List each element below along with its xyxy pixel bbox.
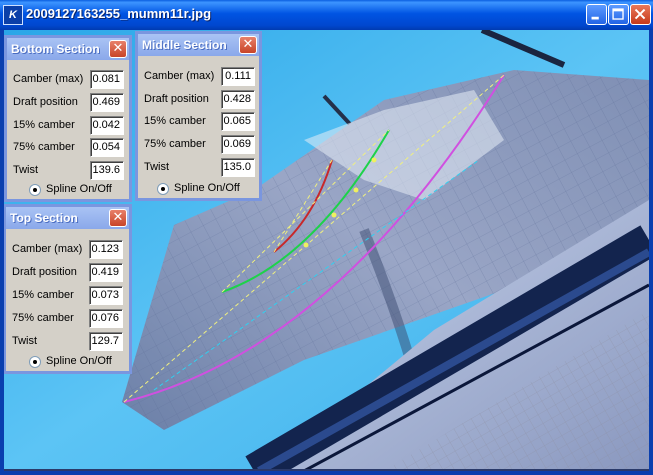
- stat-label: Camber (max): [144, 70, 215, 82]
- stat-label: 75% camber: [13, 141, 75, 153]
- spline-label: Spline On/Off: [46, 183, 112, 195]
- stat-value-field[interactable]: 0.069: [221, 135, 255, 154]
- top-section-titlebar[interactable]: Top Section ✕: [6, 207, 129, 229]
- bottom-section-panel[interactable]: Bottom Section ✕ Camber (max) 0.081 Draft…: [4, 35, 132, 202]
- panel-title: Bottom Section: [11, 42, 100, 56]
- radio-icon[interactable]: [157, 183, 169, 195]
- stat-label: Camber (max): [12, 243, 83, 255]
- stat-value-field[interactable]: 0.081: [90, 70, 124, 89]
- panel-title: Middle Section: [142, 38, 227, 52]
- minimize-icon: [591, 16, 599, 20]
- stat-value-field[interactable]: 0.065: [221, 112, 255, 131]
- app-logo-icon: K: [3, 5, 23, 25]
- top-section-panel[interactable]: Top Section ✕ Camber (max) 0.123 Draft po…: [4, 204, 132, 374]
- minimize-button[interactable]: [586, 4, 607, 25]
- stat-value-field[interactable]: 0.042: [90, 116, 124, 135]
- maximize-button[interactable]: [608, 4, 629, 25]
- spline-label: Spline On/Off: [46, 355, 112, 367]
- maximize-icon: [612, 8, 624, 20]
- stat-label: 75% camber: [144, 138, 206, 150]
- stat-label: Draft position: [144, 93, 209, 105]
- stat-value-field[interactable]: 129.7: [89, 332, 123, 351]
- stat-value-field[interactable]: 0.073: [89, 286, 123, 305]
- top-section-close-button[interactable]: ✕: [109, 209, 127, 227]
- radio-icon[interactable]: [29, 356, 41, 368]
- stat-value-field[interactable]: 0.469: [90, 93, 124, 112]
- bottom-section-titlebar[interactable]: Bottom Section ✕: [7, 38, 129, 60]
- stat-label: Draft position: [13, 96, 78, 108]
- stat-value-field[interactable]: 0.123: [89, 240, 123, 259]
- stat-label: Camber (max): [13, 73, 84, 85]
- stat-value-field[interactable]: 0.111: [221, 67, 255, 86]
- stat-label: 75% camber: [12, 312, 74, 324]
- stat-label: Twist: [13, 164, 39, 176]
- stat-value-field[interactable]: 135.0: [221, 158, 255, 177]
- stat-value-field[interactable]: 0.419: [89, 263, 123, 282]
- middle-section-titlebar[interactable]: Middle Section ✕: [138, 34, 259, 56]
- stat-label: 15% camber: [13, 119, 75, 131]
- close-icon: [634, 8, 646, 20]
- window-frame: Bottom Section ✕ Camber (max) 0.081 Draft…: [0, 30, 653, 475]
- stat-label: 15% camber: [144, 115, 206, 127]
- stat-value-field[interactable]: 139.6: [90, 161, 124, 180]
- stat-label: Twist: [12, 335, 38, 347]
- bottom-section-close-button[interactable]: ✕: [109, 40, 127, 58]
- stat-value-field[interactable]: 0.054: [90, 138, 124, 157]
- stat-value-field[interactable]: 0.428: [221, 90, 255, 109]
- stat-label: Twist: [144, 161, 170, 173]
- radio-icon[interactable]: [29, 184, 41, 196]
- sail-photo-viewport[interactable]: Bottom Section ✕ Camber (max) 0.081 Draft…: [4, 30, 649, 471]
- close-button[interactable]: [630, 4, 651, 25]
- stat-label: 15% camber: [12, 289, 74, 301]
- window-title: 2009127163255_mumm11r.jpg: [26, 6, 212, 21]
- stat-label: Draft position: [12, 266, 77, 278]
- spline-label: Spline On/Off: [174, 182, 240, 194]
- middle-section-close-button[interactable]: ✕: [239, 36, 257, 54]
- panel-title: Top Section: [10, 211, 78, 225]
- middle-section-panel[interactable]: Middle Section ✕ Camber (max) 0.111 Draft…: [135, 31, 262, 201]
- stat-value-field[interactable]: 0.076: [89, 309, 123, 328]
- title-bar[interactable]: K 2009127163255_mumm11r.jpg: [0, 0, 653, 30]
